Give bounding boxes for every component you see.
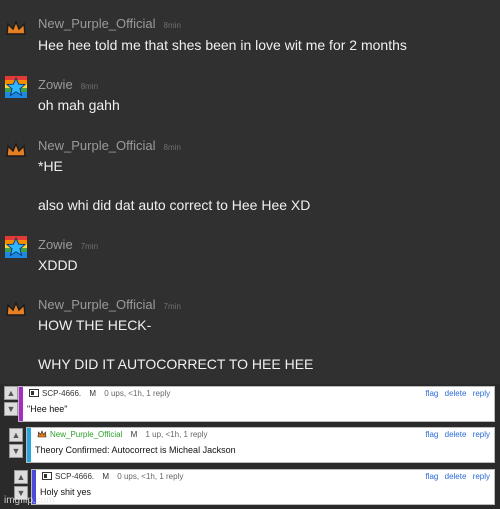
comment-text: "Hee hee" [27,404,68,414]
message-text: XDDD [38,257,78,273]
delete-link[interactable]: delete [445,389,467,398]
message-text: Hee hee told me that shes been in love w… [38,37,407,53]
message-username[interactable]: Zowie 8min [38,77,98,92]
upvote-arrow-icon[interactable]: ▲ [9,428,23,442]
crown-icon [37,430,47,438]
user-badge-icon [29,389,39,397]
comment-header: SCP-4666. M 0 ups, <1h, 1 reply [42,472,183,481]
comment-mod-badge: M [130,430,138,439]
message-username[interactable]: New_Purple_Official 8min [38,16,181,31]
message-time: 8min [80,82,99,91]
flag-link[interactable]: flag [425,389,438,398]
flag-link[interactable]: flag [425,430,438,439]
delete-link[interactable]: delete [445,472,467,481]
imgflip-watermark: imgflip.com [4,495,55,506]
comment-depth-bar [27,428,31,462]
message-time: 7min [163,302,181,311]
message-username[interactable]: New_Purple_Official 7min [38,297,181,312]
comment-actions: flag delete reply [421,472,490,481]
comment-votes: ▲ ▼ [4,386,18,418]
message-username[interactable]: New_Purple_Official 8min [38,138,181,153]
downvote-arrow-icon[interactable]: ▼ [4,402,18,416]
rainbow-star-icon[interactable] [4,235,28,259]
comment-header: SCP-4666. M 0 ups, <1h, 1 reply [29,389,170,398]
comment-header: New_Purple_Official M 1 up, <1h, 1 reply [37,430,208,439]
message-username[interactable]: Zowie 7min [38,237,98,252]
comment-username[interactable]: SCP-4666. [55,472,94,481]
message-text: also whi did dat auto correct to Hee Hee… [38,197,311,213]
downvote-arrow-icon[interactable]: ▼ [9,444,23,458]
comment-username[interactable]: New_Purple_Official [50,430,122,439]
rainbow-star-icon[interactable] [4,75,28,99]
message-text: *HE [38,158,63,174]
crown-icon[interactable] [4,138,28,162]
comment-box: SCP-4666. M 0 ups, <1h, 1 reply flag del… [31,469,495,505]
message-time: 8min [163,21,181,30]
message-text: HOW THE HECK- [38,317,152,333]
reply-link[interactable]: reply [473,472,490,481]
chat-panel: New_Purple_Official 8min Hee hee told me … [0,0,500,384]
comment-meta: 1 up, <1h, 1 reply [145,430,208,439]
comment-box: New_Purple_Official M 1 up, <1h, 1 reply… [26,427,495,463]
crown-icon[interactable] [4,297,28,321]
upvote-arrow-icon[interactable]: ▲ [4,386,18,400]
comment-text: Theory Confirmed: Autocorrect is Micheal… [35,445,236,455]
comment-actions: flag delete reply [421,389,490,398]
delete-link[interactable]: delete [445,430,467,439]
message-time: 8min [163,143,181,152]
comment-actions: flag delete reply [421,430,490,439]
message-text: WHY DID IT AUTOCORRECT TO HEE HEE [38,356,314,372]
comment-depth-bar [19,387,23,421]
comment-mod-badge: M [102,472,110,481]
comment-username[interactable]: SCP-4666. [42,389,81,398]
comment-thread: ▲ ▼ SCP-4666. M 0 ups, <1h, 1 reply flag… [0,384,500,509]
message-text: oh mah gahh [38,97,120,113]
comment-mod-badge: M [89,389,97,398]
comment-meta: 0 ups, <1h, 1 reply [104,389,171,398]
comment-meta: 0 ups, <1h, 1 reply [117,472,184,481]
flag-link[interactable]: flag [425,472,438,481]
user-badge-icon [42,472,52,480]
message-time: 7min [80,242,99,251]
comment-votes: ▲ ▼ [9,428,23,460]
comment-box: SCP-4666. M 0 ups, <1h, 1 reply flag del… [18,386,495,422]
reply-link[interactable]: reply [473,389,490,398]
reply-link[interactable]: reply [473,430,490,439]
upvote-arrow-icon[interactable]: ▲ [14,470,28,484]
crown-icon[interactable] [4,16,28,40]
